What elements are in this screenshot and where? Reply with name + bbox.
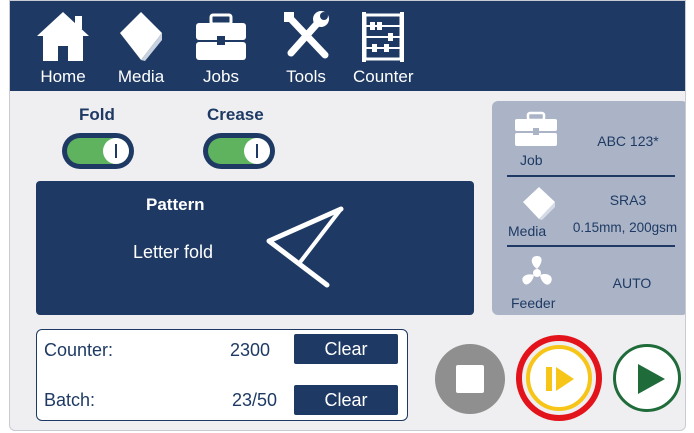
nav-jobs[interactable]: Jobs — [193, 9, 249, 87]
crease-label: Crease — [207, 105, 264, 124]
briefcase-icon — [515, 111, 557, 146]
divider — [507, 245, 675, 247]
fold-label: Fold — [79, 105, 115, 124]
job-value: ABC 123* — [597, 133, 659, 149]
media-sheet-icon — [523, 187, 555, 220]
counter-value: 2300 — [229, 340, 270, 360]
nav-counter-label: Counter — [353, 67, 414, 86]
nav-media[interactable]: Media — [116, 9, 166, 87]
pattern-title: Pattern — [146, 195, 205, 214]
media-weight-value: 0.15mm, 200gsm — [572, 220, 678, 235]
counter-label: Counter: — [44, 340, 114, 360]
media-label: Media — [508, 223, 547, 239]
step-button-highlight — [516, 335, 602, 421]
crease-toggle[interactable] — [203, 133, 275, 169]
media-sheet-icon — [120, 12, 162, 61]
top-nav-bar: Home Media Jobs Tools Counter — [10, 1, 685, 91]
nav-tools-label: Tools — [286, 67, 326, 86]
feeder-label: Feeder — [511, 295, 556, 311]
play-icon — [638, 364, 665, 394]
nav-jobs-label: Jobs — [203, 67, 239, 86]
fold-toggle[interactable] — [62, 133, 134, 169]
nav-home-label: Home — [40, 67, 86, 86]
nav-media-label: Media — [117, 67, 165, 86]
step-run-icon — [546, 367, 574, 391]
divider — [507, 175, 675, 177]
step-button[interactable] — [526, 345, 592, 411]
stop-button[interactable] — [435, 344, 505, 414]
feeder-value: AUTO — [612, 275, 652, 291]
app-window: Home Media Jobs Tools Counter Fold Creas… — [9, 0, 686, 431]
clear-counter-button[interactable]: Clear — [294, 334, 398, 364]
stop-icon — [456, 365, 484, 393]
nav-tools[interactable]: Tools — [281, 9, 331, 87]
letter-fold-icon — [266, 206, 344, 288]
batch-value: 23/50 — [231, 390, 277, 410]
pattern-value: Letter fold — [133, 242, 214, 262]
counter-panel: Counter: 2300 Clear Batch: 23/50 Clear — [36, 329, 408, 421]
tools-icon — [284, 11, 329, 59]
briefcase-icon — [196, 13, 246, 60]
nav-counter[interactable]: Counter — [353, 9, 413, 87]
abacus-icon — [362, 12, 405, 62]
fan-icon — [522, 256, 552, 285]
job-label: Job — [520, 152, 543, 168]
batch-label: Batch: — [44, 390, 96, 410]
job-info-panel: Job ABC 123* Media SRA3 0.15mm, 200gsm F… — [492, 101, 685, 315]
media-size-value: SRA3 — [609, 192, 647, 208]
nav-home[interactable]: Home — [34, 9, 92, 87]
start-button[interactable] — [613, 344, 681, 412]
pattern-panel[interactable]: Pattern Letter fold — [36, 181, 474, 315]
home-icon — [37, 12, 89, 61]
clear-batch-button[interactable]: Clear — [294, 385, 398, 415]
